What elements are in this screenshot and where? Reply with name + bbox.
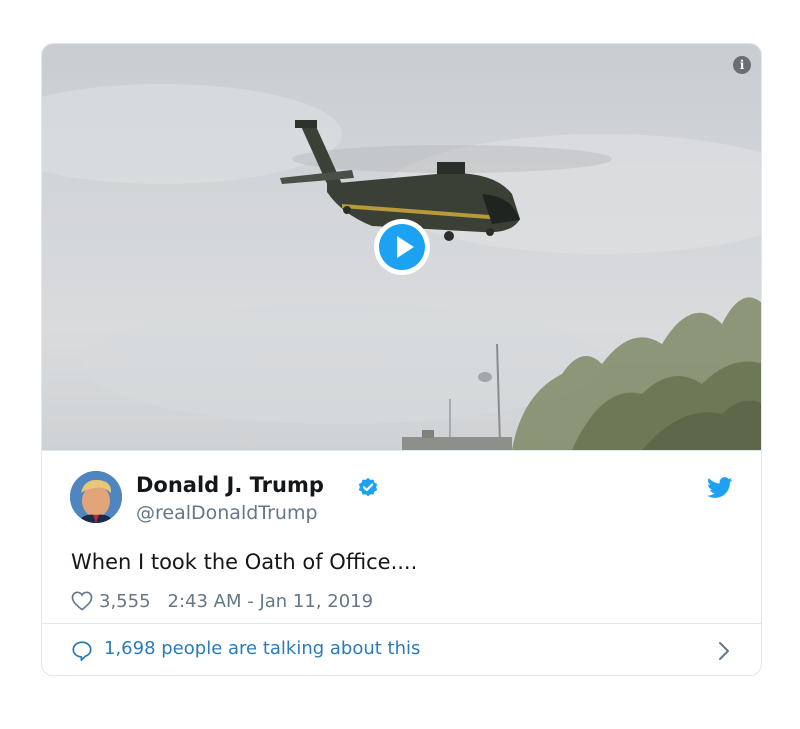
chevron-right-icon[interactable] <box>717 640 731 662</box>
speech-bubble-icon <box>72 641 92 662</box>
avatar[interactable] <box>70 471 122 523</box>
video-thumbnail[interactable]: i <box>42 44 761 450</box>
like-count[interactable]: 3,555 <box>99 591 151 612</box>
timestamp[interactable]: 2:43 AM - Jan 11, 2019 <box>168 591 374 612</box>
heart-icon[interactable] <box>71 591 93 611</box>
verified-badge-icon <box>358 477 378 497</box>
author-name[interactable]: Donald J. Trump <box>136 473 324 497</box>
author-handle[interactable]: @realDonaldTrump <box>136 502 318 524</box>
play-button[interactable] <box>374 219 430 275</box>
info-icon[interactable]: i <box>733 56 751 74</box>
play-icon <box>379 224 425 270</box>
conversation-link[interactable]: 1,698 people are talking about this <box>42 623 761 675</box>
twitter-bird-icon[interactable] <box>707 477 733 499</box>
tweet-text: When I took the Oath of Office.... <box>71 550 418 574</box>
conversation-count-text[interactable]: 1,698 people are talking about this <box>104 638 420 659</box>
tweet-embed-card[interactable]: i Donald J. Trump @realDonaldTrump When … <box>41 43 762 676</box>
tweet-meta: 3,555 2:43 AM - Jan 11, 2019 <box>71 589 373 613</box>
tweet-body: Donald J. Trump @realDonaldTrump When I … <box>42 450 761 624</box>
